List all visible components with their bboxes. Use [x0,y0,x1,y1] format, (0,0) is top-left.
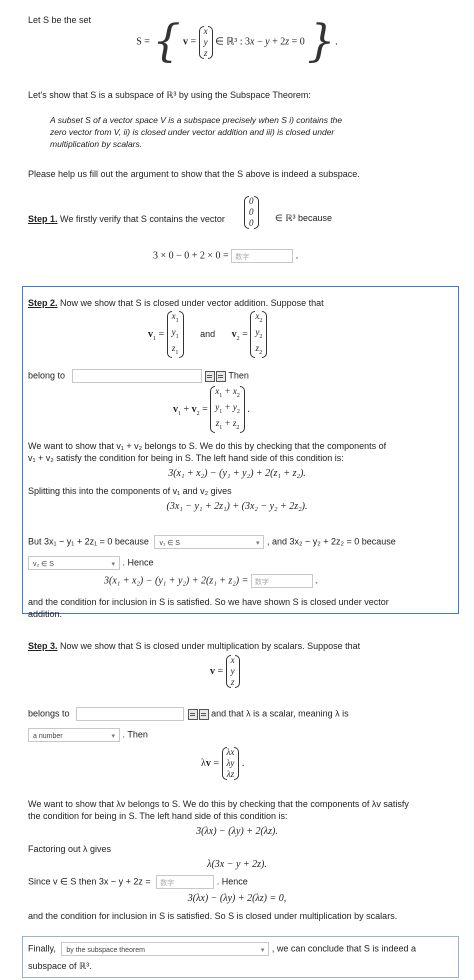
step3-intro: Step 3. Now we show that S is closed und… [28,640,360,652]
chevron-down-icon: ▾ [255,540,260,547]
step3-scalar-line: a number ▾ . Then [28,728,148,742]
step2-sentence: Now we show that S is closed under vecto… [60,298,324,308]
step2-answer-input[interactable]: 数字 [250,574,313,588]
step3-hence-eq: 3(λx) − (λy) + 2(λz) = 0, [187,893,287,904]
step3-lambda-v: λv = λx λy λz . [201,747,245,780]
step2-but: But 3x₁ − y₁ + 2z₁ = 0 because [28,536,149,547]
theorem-line-2: zero vector from V, ii) is closed under … [50,127,335,137]
zero-vector: 000 [244,196,259,229]
step2-reason-select-2[interactable]: v₂ ∈ S ▾ [28,556,120,570]
final-line: Finally, by the subspace theorem ▾ , we c… [28,942,416,956]
final-select-value: by the subspace theorem [66,947,145,954]
theorem-line-3: multiplication by scalars. [50,139,143,149]
step3-since-line: Since v ∈ S then 3x − y + 2z = 数字 . Henc… [28,875,248,889]
step2-select2-value: v₂ ∈ S [33,561,54,568]
step2-split-eq: (3x₁ − y₁ + 2z₁) + (3x₂ − y₂ + 2z₂). [166,501,308,512]
step3-scalar-text: and that λ is a scalar, meaning λ is [211,708,349,719]
step3-belongs-line: belongs to and that λ is a scalar, meani… [28,707,349,721]
step2-belong-input[interactable] [71,369,202,383]
step1-equation-text: 3 × 0 − 0 + 2 × 0 = [153,250,229,262]
intro-lets-show: Let's show that S is a subspace of ℝ³ by… [28,90,311,100]
step3-sentence: Now we show that S is closed under multi… [60,641,361,651]
matrix-icon-2[interactable] [198,708,209,720]
matrix-icon[interactable] [187,708,198,720]
theorem-line-1: A subset S of a vector space V is a subs… [50,115,343,125]
step2-second-reason: v₂ ∈ S ▾ . Hence [28,556,154,570]
step3-label: Step 3. [28,641,58,651]
final-reason-select[interactable]: by the subspace theorem ▾ [61,942,270,956]
final-finally: Finally, [28,943,56,954]
step3-select-value: a number [33,733,63,740]
step2-hence-eq: 3(x₁ + x₂) − (y₁ + y₂) + 2(z₁ + z₂) = 数字… [104,574,318,588]
set-definition: S = { v = xyz ∈ ℝ³ : 3x − y + 2z = 0 }. [136,16,338,67]
step3-since: Since v ∈ S then 3x − y + 2z = [28,876,151,887]
step3-conclusion: and the condition for inclusion in S is … [28,911,398,921]
step2-conclusion-2: addition. [28,609,63,619]
step3-factoring: Factoring out λ gives [28,844,112,854]
step3-want-2: the condition for being in S. The left h… [28,811,288,821]
step2-vectors: v1 = x1 y1 z1 and v2 = x2 y2 z2 [148,311,268,359]
matrix-icon[interactable] [205,370,216,382]
step3-factored: λ(3x − y + 2z). [207,859,267,870]
step2-hence: . Hence [122,557,154,568]
step1-equation: 3 × 0 − 0 + 2 × 0 = 数字 . [153,249,299,263]
step2-label: Step 2. [28,298,58,308]
step2-reason-select-1[interactable]: v₁ ∈ S ▾ [154,535,265,549]
step1-because: ∈ ℝ³ because [275,213,332,223]
step2-and2: , and 3x₂ − y₂ + 2z₂ = 0 because [266,536,396,547]
step3-belongs-input[interactable] [76,707,185,721]
step3-then: . Then [122,729,148,740]
step2-belong-line: belong to Then [28,369,249,383]
step3-belongs-to: belongs to [28,708,70,719]
step2-want-1: We want to show that v₁ + v₂ belongs to … [28,441,387,451]
step2-then: Then [228,370,249,381]
step2-hence-eq-text: 3(x₁ + x₂) − (y₁ + y₂) + 2(z₁ + z₂) = [104,575,249,587]
step2-and: and [200,329,216,339]
step1-text: Step 1. We firstly verify that S contain… [28,213,225,225]
step2-but-line: But 3x₁ − y₁ + 2z₁ = 0 because v₁ ∈ S ▾ ,… [28,535,396,549]
intro-please-help: Please help us fill out the argument to … [28,169,360,179]
step1-answer-input[interactable]: 数字 [231,249,294,263]
chevron-down-icon: ▾ [111,561,115,568]
step1-sentence: We firstly verify that S contains the ve… [60,214,225,224]
step2-splitting: Splitting this into the components of v₁… [28,486,232,496]
step3-vector-v: v = xyz [210,655,240,688]
final-text: , we can conclude that S is indeed a [271,943,416,954]
final-text-2: subspace of ℝ³. [28,961,92,971]
step2-want-2: v₁ + v₂ satisfy the condition for being … [28,453,344,463]
step3-want-1: We want to show that λv belongs to S. We… [28,799,409,809]
chevron-down-icon: ▾ [260,947,265,954]
step1-label: Step 1. [28,214,58,224]
step3-lhs: 3(λx) − (λy) + 2(λz). [196,826,278,837]
step3-scalar-select[interactable]: a number ▾ [28,728,120,742]
step3-hence: . Hence [216,876,248,887]
step2-sum-vector: v1 + v2 = x1 + x2 y1 + y2 z1 + z2 . [173,386,250,434]
step2-lhs: 3(x₁ + x₂) − (y₁ + y₂) + 2(z₁ + z₂). [168,468,306,479]
step2-conclusion-1: and the condition for inclusion in S is … [28,597,389,607]
matrix-icon-2[interactable] [216,370,227,382]
chevron-down-icon: ▾ [111,733,115,740]
step3-answer-input[interactable]: 数字 [156,875,215,889]
step2-belong-to: belong to [28,370,66,381]
step2-select1-value: v₁ ∈ S [159,540,180,547]
step2-intro: Step 2. Now we show that S is closed und… [28,297,324,309]
